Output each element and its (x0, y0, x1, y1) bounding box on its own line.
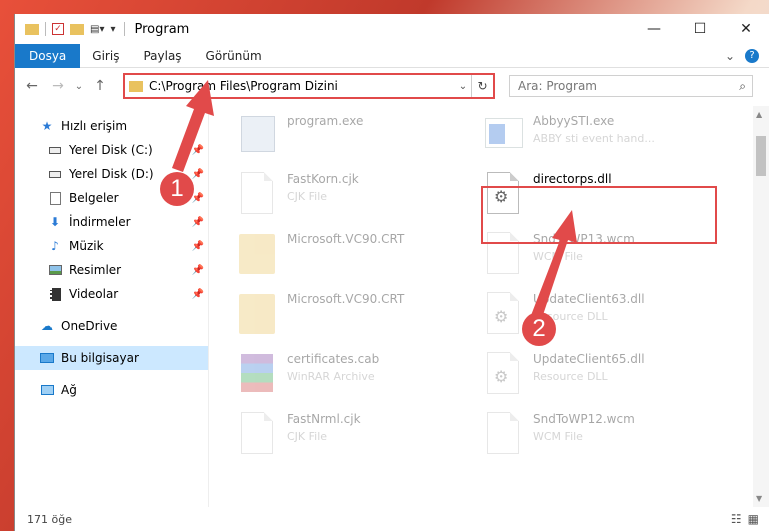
arrow-2 (530, 210, 577, 324)
annotation-arrows (172, 80, 577, 324)
callout-2: 2 (522, 312, 556, 346)
arrow-1 (172, 80, 214, 172)
callout-1: 1 (160, 172, 194, 206)
